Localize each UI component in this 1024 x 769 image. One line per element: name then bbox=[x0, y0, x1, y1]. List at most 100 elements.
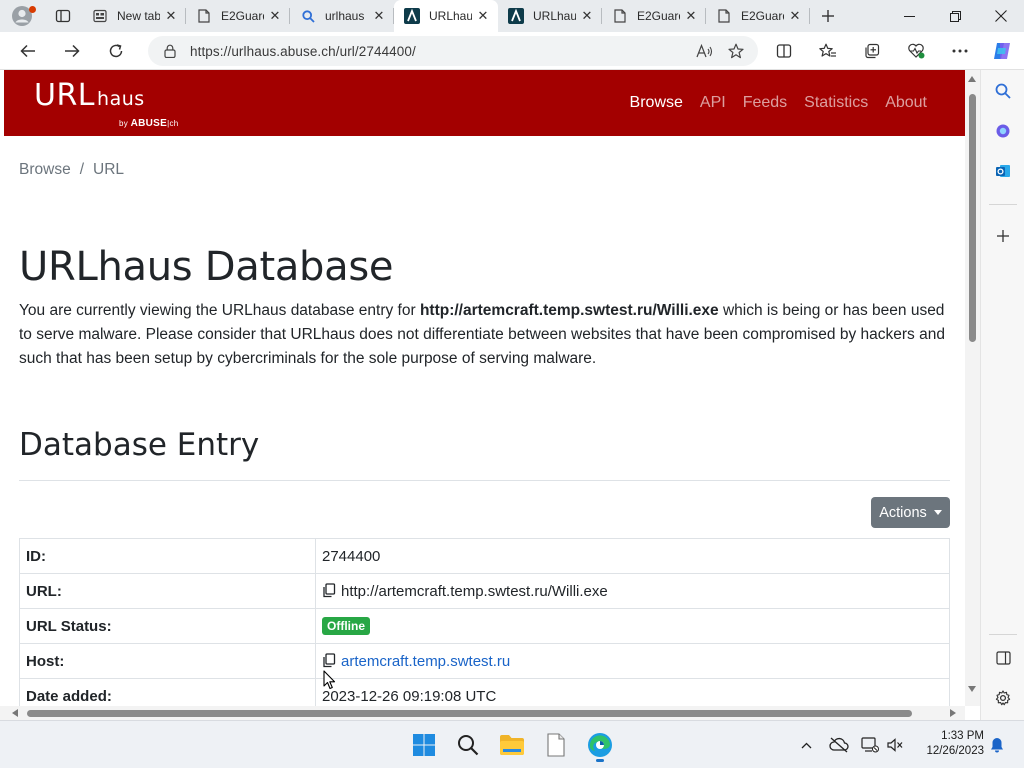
browser-essentials-button[interactable] bbox=[896, 32, 936, 70]
status-badge: Offline bbox=[322, 617, 370, 635]
copy-icon[interactable] bbox=[322, 652, 336, 668]
scroll-left-arrow-icon[interactable] bbox=[12, 709, 18, 717]
page-viewport: URL haus by ABUSE|ch Browse API Feeds Sta… bbox=[0, 70, 980, 720]
restore-button[interactable] bbox=[932, 0, 978, 32]
tab-label: E2Guardian bbox=[637, 9, 680, 23]
start-button[interactable] bbox=[404, 727, 444, 763]
tab-close-icon[interactable]: ✕ bbox=[580, 8, 594, 23]
split-screen-button[interactable] bbox=[764, 32, 804, 70]
sidebar-add-button[interactable] bbox=[981, 220, 1024, 252]
plus-icon bbox=[822, 10, 834, 22]
sidebar-divider bbox=[989, 204, 1017, 205]
network-status-button[interactable] bbox=[858, 721, 882, 769]
copilot-button[interactable] bbox=[982, 32, 1022, 70]
scroll-up-arrow-icon[interactable] bbox=[968, 76, 976, 82]
favorites-button[interactable] bbox=[808, 32, 848, 70]
favorite-star-button[interactable] bbox=[720, 43, 752, 59]
table-row: Host: artemcraft.temp.swtest.ru bbox=[19, 643, 950, 679]
logo-suffix-text: |ch bbox=[167, 119, 179, 128]
tab-label: E2Guardian bbox=[741, 9, 784, 23]
tab-close-icon[interactable]: ✕ bbox=[164, 8, 178, 23]
section-divider bbox=[19, 480, 950, 481]
tab-close-icon[interactable]: ✕ bbox=[788, 8, 802, 23]
cloud-status-button[interactable] bbox=[826, 721, 852, 769]
volume-button[interactable] bbox=[884, 721, 906, 769]
browser-tab-strip: New tab ✕ E2Guardian ✕ urlhaus ✕ URLhaus… bbox=[0, 0, 1024, 32]
breadcrumb-separator: / bbox=[79, 161, 84, 178]
scrollbar-thumb[interactable] bbox=[27, 710, 912, 717]
actions-dropdown-button[interactable]: Actions bbox=[871, 497, 950, 528]
page-icon bbox=[716, 8, 732, 24]
tab-close-icon[interactable]: ✕ bbox=[372, 8, 386, 23]
table-row: URL: http://artemcraft.temp.swtest.ru/Wi… bbox=[19, 573, 950, 609]
urlhaus-logo[interactable]: URL haus by ABUSE|ch bbox=[34, 78, 178, 129]
refresh-button[interactable] bbox=[94, 32, 138, 70]
breadcrumb: Browse / URL bbox=[19, 161, 124, 179]
url-value: http://artemcraft.temp.swtest.ru/Willi.e… bbox=[341, 582, 608, 600]
sidebar-hide-button[interactable] bbox=[981, 642, 1024, 674]
actions-label: Actions bbox=[879, 504, 927, 521]
search-icon bbox=[995, 83, 1011, 99]
address-text[interactable]: https://urlhaus.abuse.ch/url/2744400/ bbox=[190, 44, 688, 59]
notifications-button[interactable] bbox=[986, 721, 1008, 769]
tab-urlhaus-active[interactable]: URLhaus ✕ bbox=[394, 0, 498, 32]
settings-more-button[interactable] bbox=[940, 32, 980, 70]
nav-feeds[interactable]: Feeds bbox=[743, 94, 787, 112]
show-hidden-icons-button[interactable] bbox=[794, 721, 818, 769]
vertical-scrollbar[interactable] bbox=[965, 70, 980, 706]
taskbar-clock[interactable]: 1:33 PM 12/26/2023 bbox=[910, 729, 984, 759]
scrollbar-thumb[interactable] bbox=[969, 94, 976, 342]
tab-new-tab[interactable]: New tab ✕ bbox=[82, 0, 186, 32]
scroll-down-arrow-icon[interactable] bbox=[968, 686, 976, 692]
scroll-right-arrow-icon[interactable] bbox=[950, 709, 956, 717]
sidebar-divider bbox=[989, 634, 1017, 635]
read-aloud-button[interactable] bbox=[688, 43, 720, 59]
breadcrumb-browse[interactable]: Browse bbox=[19, 161, 71, 179]
back-button[interactable] bbox=[6, 32, 50, 70]
tab-e2guardian-3[interactable]: E2Guardian ✕ bbox=[706, 0, 810, 32]
tab-urlhaus-search[interactable]: urlhaus ✕ bbox=[290, 0, 394, 32]
tab-actions-button[interactable] bbox=[44, 0, 82, 32]
horizontal-scrollbar[interactable] bbox=[0, 706, 965, 720]
tab-urlhaus-2[interactable]: URLhaus ✕ bbox=[498, 0, 602, 32]
tab-label: New tab bbox=[117, 9, 160, 23]
minimize-button[interactable] bbox=[886, 0, 932, 32]
nav-browse[interactable]: Browse bbox=[630, 94, 683, 112]
tab-close-icon[interactable]: ✕ bbox=[684, 8, 698, 23]
address-bar[interactable]: https://urlhaus.abuse.ch/url/2744400/ bbox=[148, 36, 758, 66]
copy-icon[interactable] bbox=[322, 582, 336, 598]
edge-taskbar-button[interactable] bbox=[580, 727, 620, 763]
tab-close-icon[interactable]: ✕ bbox=[476, 8, 490, 23]
host-link[interactable]: artemcraft.temp.swtest.ru bbox=[341, 653, 510, 670]
tab-e2guardian-1[interactable]: E2Guardian ✕ bbox=[186, 0, 290, 32]
sparkle-icon bbox=[996, 124, 1010, 138]
host-label: Host: bbox=[19, 643, 316, 679]
read-aloud-icon bbox=[695, 43, 712, 57]
profile-avatar[interactable] bbox=[0, 0, 44, 32]
intro-url: http://artemcraft.temp.swtest.ru/Willi.e… bbox=[419, 302, 719, 319]
collections-button[interactable] bbox=[852, 32, 892, 70]
close-window-button[interactable] bbox=[978, 0, 1024, 32]
forward-button[interactable] bbox=[50, 32, 94, 70]
intro-text-before: You are currently viewing the URLhaus da… bbox=[19, 302, 420, 319]
taskbar-search-button[interactable] bbox=[448, 727, 488, 763]
lock-icon[interactable] bbox=[164, 44, 176, 58]
tab-e2guardian-2[interactable]: E2Guardian ✕ bbox=[602, 0, 706, 32]
sidebar-outlook-button[interactable] bbox=[981, 155, 1024, 187]
nav-about[interactable]: About bbox=[885, 94, 927, 112]
nav-statistics[interactable]: Statistics bbox=[804, 94, 868, 112]
tab-label: E2Guardian bbox=[221, 9, 264, 23]
id-value: 2744400 bbox=[315, 538, 950, 574]
sidebar-copilot-button[interactable] bbox=[981, 115, 1024, 147]
file-explorer-button[interactable] bbox=[492, 727, 532, 763]
sidebar-settings-button[interactable] bbox=[981, 682, 1024, 714]
restore-icon bbox=[949, 10, 961, 22]
tab-close-icon[interactable]: ✕ bbox=[268, 8, 282, 23]
favorites-icon bbox=[819, 43, 836, 57]
sidebar-search-button[interactable] bbox=[981, 75, 1024, 107]
nav-api[interactable]: API bbox=[700, 94, 726, 112]
bell-icon bbox=[991, 738, 1003, 753]
speaker-muted-icon bbox=[887, 738, 903, 752]
new-tab-button[interactable] bbox=[810, 0, 846, 32]
notepad-button[interactable] bbox=[536, 727, 576, 763]
